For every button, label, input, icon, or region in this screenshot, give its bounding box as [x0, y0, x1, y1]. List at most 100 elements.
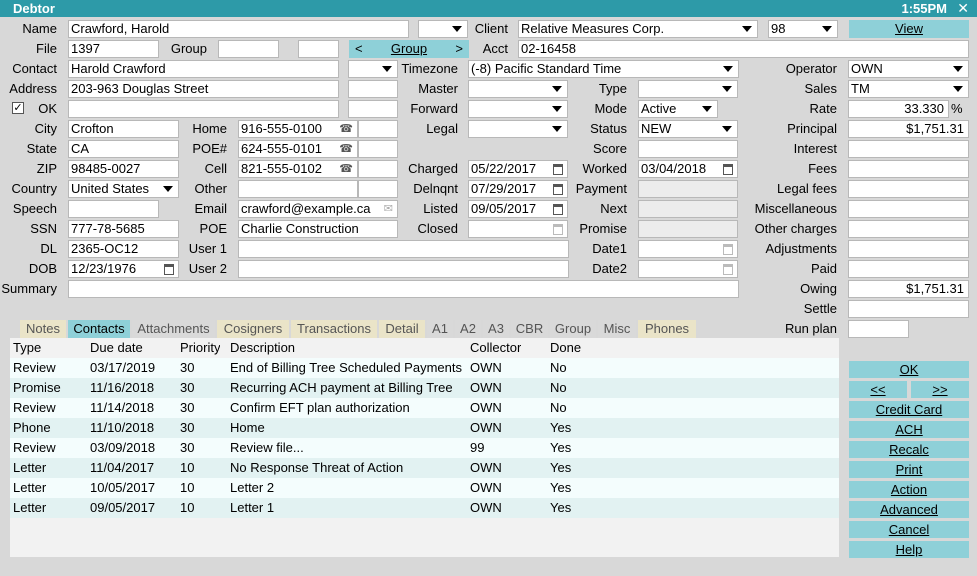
forward-select[interactable]	[468, 100, 568, 118]
home-ext-field[interactable]	[358, 120, 398, 138]
name-field[interactable]: Crawford, Harold	[68, 20, 409, 38]
ssn-field[interactable]: 777-78-5685	[68, 220, 179, 238]
other-phone-field[interactable]	[238, 180, 358, 198]
tab-attachments[interactable]: Attachments	[132, 320, 215, 338]
calendar-icon[interactable]	[553, 204, 563, 215]
calendar-icon[interactable]	[723, 164, 733, 175]
calendar-icon[interactable]	[553, 164, 563, 175]
calendar-icon[interactable]	[553, 184, 563, 195]
rate-field[interactable]: 33.330	[848, 100, 949, 118]
miscellaneous-field[interactable]	[848, 200, 969, 218]
address-field[interactable]: 203-963 Douglas Street	[68, 80, 339, 98]
email-icon[interactable]: ✉	[384, 203, 393, 216]
address2-extra-field[interactable]	[348, 100, 398, 118]
legal-fees-field[interactable]	[848, 180, 969, 198]
legal-select[interactable]	[468, 120, 568, 138]
cell-ext-field[interactable]	[358, 160, 398, 178]
table-row[interactable]: Promise 11/16/2018 30 Recurring ACH payment…	[10, 378, 839, 398]
client-select[interactable]: Relative Measures Corp.	[518, 20, 758, 38]
column-header-collector[interactable]: Collector	[470, 338, 521, 358]
tab-a1[interactable]: A1	[427, 320, 453, 338]
group-extra-field[interactable]	[298, 40, 339, 58]
email-field[interactable]: crawford@example.ca ✉	[238, 200, 398, 218]
table-row[interactable]: Letter 11/04/2017 10 No Response Threat of …	[10, 458, 839, 478]
tab-notes[interactable]: Notes	[20, 320, 66, 338]
contact-select[interactable]	[348, 60, 398, 78]
principal-field[interactable]: $1,751.31	[848, 120, 969, 138]
credit-card-button[interactable]: Credit Card	[849, 401, 969, 418]
address-extra-field[interactable]	[348, 80, 398, 98]
owing-field[interactable]: $1,751.31	[848, 280, 969, 298]
mode-select[interactable]: Active	[638, 100, 718, 118]
phone-icon[interactable]: ☎	[339, 123, 353, 136]
table-row[interactable]: Letter 09/05/2017 10 Letter 1 OWN Yes	[10, 498, 839, 518]
score-field[interactable]	[638, 140, 738, 158]
file-field[interactable]: 1397	[68, 40, 159, 58]
poe-field[interactable]: Charlie Construction	[238, 220, 398, 238]
recalc-button[interactable]: Recalc	[849, 441, 969, 458]
table-row[interactable]: Letter 10/05/2017 10 Letter 2 OWN Yes	[10, 478, 839, 498]
previous-record-button[interactable]: <<	[849, 381, 907, 398]
country-select[interactable]: United States	[68, 180, 179, 198]
column-header-type[interactable]: Type	[13, 338, 41, 358]
group-nav-button[interactable]: < Group >	[349, 40, 469, 58]
poe-ext-field[interactable]	[358, 140, 398, 158]
zip-field[interactable]: 98485-0027	[68, 160, 179, 178]
status-select[interactable]: NEW	[638, 120, 738, 138]
tab-contacts[interactable]: Contacts	[68, 320, 130, 338]
tab-transactions[interactable]: Transactions	[291, 320, 377, 338]
run-plan-field[interactable]	[848, 320, 909, 338]
column-header-priority[interactable]: Priority	[180, 338, 220, 358]
column-header-due-date[interactable]: Due date	[90, 338, 143, 358]
group-field[interactable]	[218, 40, 279, 58]
dl-field[interactable]: 2365-OC12	[68, 240, 179, 258]
cell-phone-field[interactable]: 821-555-0102 ☎	[238, 160, 358, 178]
home-phone-field[interactable]: 916-555-0100 ☎	[238, 120, 358, 138]
ok-button[interactable]: OK	[849, 361, 969, 378]
phone-icon[interactable]: ☎	[339, 163, 353, 176]
city-field[interactable]: Crofton	[68, 120, 179, 138]
settle-field[interactable]	[848, 300, 969, 318]
paid-field[interactable]	[848, 260, 969, 278]
state-field[interactable]: CA	[68, 140, 179, 158]
speech-field[interactable]	[68, 200, 159, 218]
table-row[interactable]: Review 03/17/2019 30 End of Billing Tree Sc…	[10, 358, 839, 378]
closed-field[interactable]	[468, 220, 568, 238]
date1-field[interactable]	[638, 240, 738, 258]
master-select[interactable]	[468, 80, 568, 98]
client-code-select[interactable]: 98	[768, 20, 838, 38]
listed-field[interactable]: 09/05/2017	[468, 200, 568, 218]
tab-cbr[interactable]: CBR	[511, 320, 548, 338]
ach-button[interactable]: ACH	[849, 421, 969, 438]
acct-field[interactable]: 02-16458	[518, 40, 969, 58]
table-row[interactable]: Phone 11/10/2018 30 Home OWN Yes	[10, 418, 839, 438]
sales-select[interactable]: TM	[848, 80, 969, 98]
poe-phone-field[interactable]: 624-555-0101 ☎	[238, 140, 358, 158]
type-select[interactable]	[638, 80, 738, 98]
tab-misc[interactable]: Misc	[598, 320, 636, 338]
print-button[interactable]: Print	[849, 461, 969, 478]
charged-field[interactable]: 05/22/2017	[468, 160, 568, 178]
column-header-done[interactable]: Done	[550, 338, 581, 358]
user2-field[interactable]	[238, 260, 569, 278]
tab-phones[interactable]: Phones	[638, 320, 696, 338]
other-ext-field[interactable]	[358, 180, 398, 198]
calendar-icon[interactable]	[553, 224, 563, 235]
advanced-button[interactable]: Advanced	[849, 501, 969, 518]
next-record-button[interactable]: >>	[911, 381, 969, 398]
address2-field[interactable]	[68, 100, 339, 118]
tab-detail[interactable]: Detail	[379, 320, 425, 338]
tab-cosigners[interactable]: Cosigners	[217, 320, 289, 338]
group-button-label[interactable]: Group	[391, 41, 427, 56]
action-button[interactable]: Action	[849, 481, 969, 498]
operator-select[interactable]: OWN	[848, 60, 969, 78]
cancel-button[interactable]: Cancel	[849, 521, 969, 538]
calendar-icon[interactable]	[723, 244, 733, 255]
table-row[interactable]: Review 03/09/2018 30 Review file... 99 Yes	[10, 438, 839, 458]
table-row[interactable]: Review 11/14/2018 30 Confirm EFT plan autho…	[10, 398, 839, 418]
tab-a2[interactable]: A2	[455, 320, 481, 338]
help-button[interactable]: Help	[849, 541, 969, 558]
phone-icon[interactable]: ☎	[339, 143, 353, 156]
user1-field[interactable]	[238, 240, 569, 258]
tab-a3[interactable]: A3	[483, 320, 509, 338]
